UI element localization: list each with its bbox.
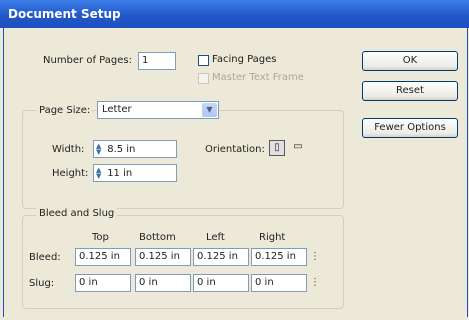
page-size-value: Letter: [102, 104, 132, 115]
bleed-slug-legend: Bleed and Slug: [36, 208, 118, 219]
chevron-down-icon[interactable]: ▼: [202, 103, 217, 117]
bleed-left-input[interactable]: 0.125 in: [193, 248, 249, 266]
slug-right-input[interactable]: 0 in: [251, 274, 307, 292]
width-label: Width:: [52, 144, 85, 155]
number-of-pages-label: Number of Pages:: [43, 55, 132, 66]
fewer-options-button[interactable]: Fewer Options: [362, 118, 458, 138]
bleed-bottom-input[interactable]: 0.125 in: [135, 248, 191, 266]
slug-left-input[interactable]: 0 in: [193, 274, 249, 292]
master-text-frame-checkbox: [198, 73, 209, 84]
window-title: Document Setup: [8, 7, 121, 21]
number-of-pages-input[interactable]: 1: [138, 52, 176, 70]
chain-link-icon[interactable]: ⋮: [310, 250, 320, 264]
reset-button[interactable]: Reset: [362, 81, 458, 101]
title-bar: Document Setup: [0, 0, 469, 28]
orientation-label: Orientation:: [205, 144, 265, 155]
bleed-right-input[interactable]: 0.125 in: [251, 248, 307, 266]
slug-top-input[interactable]: 0 in: [75, 274, 131, 292]
facing-pages-checkbox[interactable]: [198, 55, 209, 66]
spinner-icon[interactable]: ▲ ▼: [96, 167, 104, 180]
portrait-orientation-icon[interactable]: ▯: [269, 140, 285, 156]
page-size-select[interactable]: Letter ▼: [97, 101, 219, 119]
width-input[interactable]: ▲ ▼ 8.5 in: [93, 140, 177, 158]
bleed-label: Bleed:: [29, 252, 61, 263]
dialog-body: Number of Pages: 1 Facing Pages Master T…: [3, 28, 468, 317]
master-text-frame-label: Master Text Frame: [212, 72, 304, 83]
width-value: 8.5 in: [107, 144, 136, 155]
column-header-right: Right: [259, 232, 286, 243]
height-label: Height:: [52, 168, 89, 179]
slug-bottom-input[interactable]: 0 in: [135, 274, 191, 292]
column-header-left: Left: [206, 232, 225, 243]
landscape-orientation-icon[interactable]: ▭: [290, 140, 306, 156]
page-size-group: [22, 110, 344, 209]
facing-pages-label[interactable]: Facing Pages: [212, 54, 277, 65]
page-size-label: Page Size:: [37, 105, 93, 116]
column-header-top: Top: [92, 232, 109, 243]
chain-link-icon[interactable]: ⋮: [310, 276, 320, 290]
height-value: 11 in: [107, 168, 133, 179]
height-input[interactable]: ▲ ▼ 11 in: [93, 164, 177, 182]
slug-label: Slug:: [29, 278, 55, 289]
bleed-top-input[interactable]: 0.125 in: [75, 248, 131, 266]
column-header-bottom: Bottom: [139, 232, 176, 243]
spinner-icon[interactable]: ▲ ▼: [96, 143, 104, 156]
ok-button[interactable]: OK: [362, 51, 458, 71]
